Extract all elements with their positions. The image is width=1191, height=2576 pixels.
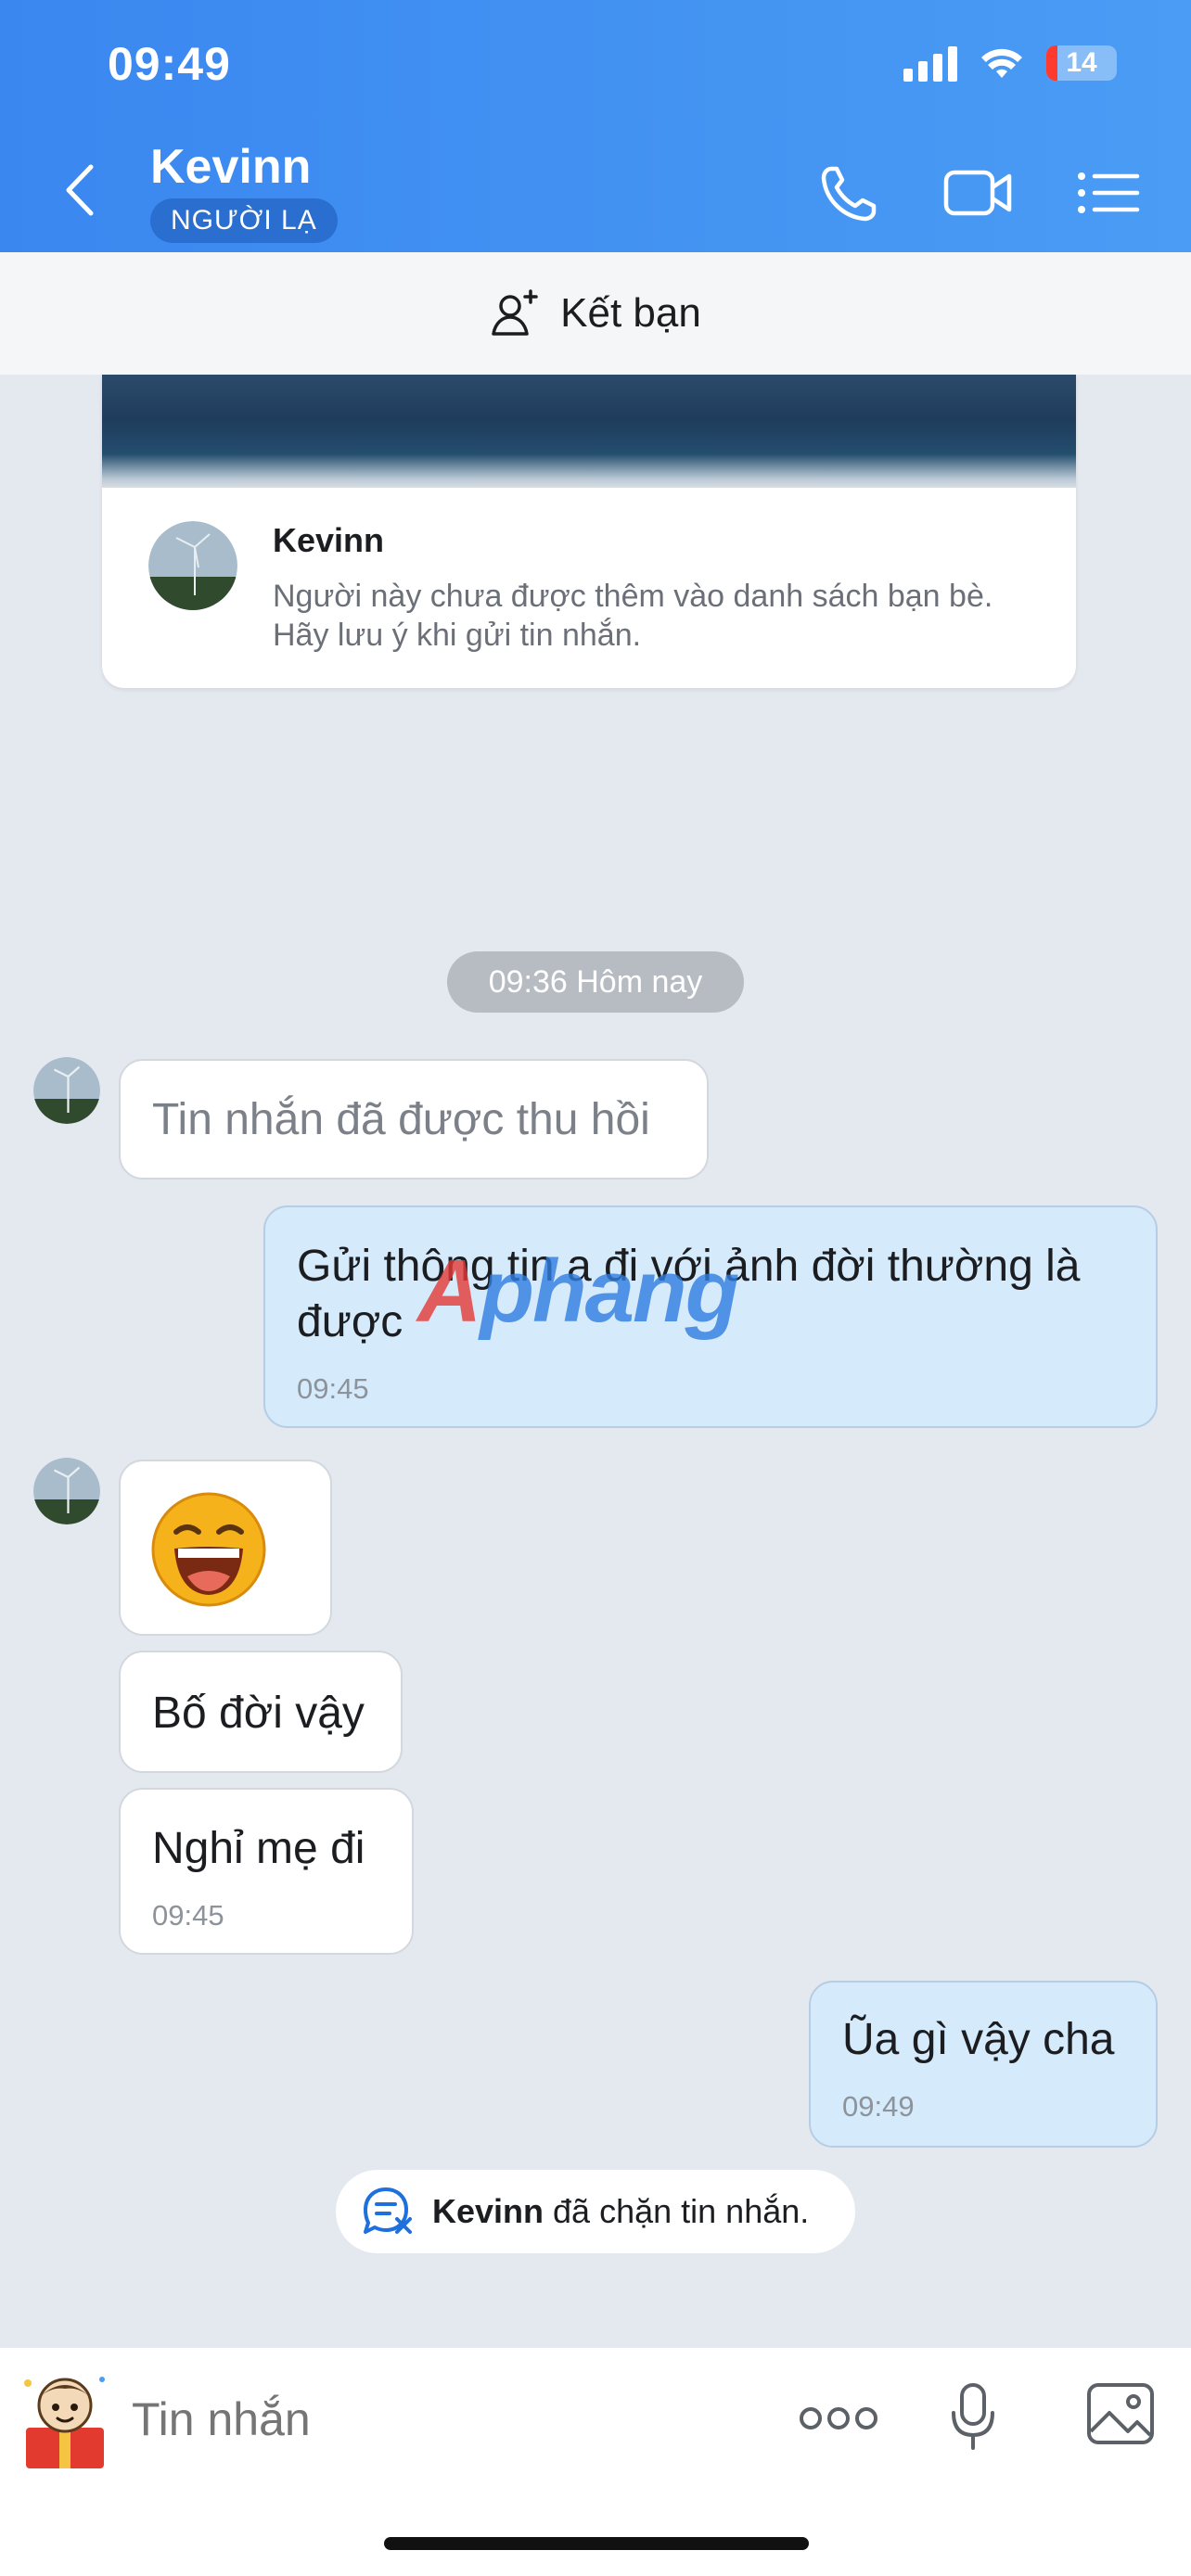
message-blocked-icon (364, 2187, 412, 2234)
laughing-emoji-icon (151, 1492, 266, 1607)
avatar (148, 521, 237, 610)
composer-bar (0, 2348, 1191, 2576)
add-friend-button[interactable]: Kết bạn (0, 252, 1191, 375)
message-time: 09:49 (842, 2090, 915, 2123)
stranger-badge: NGƯỜI LẠ (150, 198, 338, 243)
avatar[interactable] (33, 1458, 100, 1524)
add-user-icon (492, 289, 538, 336)
sticker-icon[interactable] (17, 2368, 113, 2472)
message-bubble[interactable]: Ũa gì vậy cha 09:49 (809, 1981, 1158, 2148)
video-call-icon[interactable] (941, 158, 1015, 228)
microphone-icon[interactable] (950, 2381, 996, 2452)
profile-cover-image (102, 375, 1076, 488)
status-icons: 14 (903, 45, 1117, 82)
chat-header: 09:49 14 Kevinn NGƯỜI LẠ (0, 0, 1191, 252)
message-input[interactable] (132, 2392, 688, 2446)
profile-card-name: Kevinn (273, 521, 385, 559)
image-gallery-icon[interactable] (1085, 2381, 1156, 2446)
status-time: 09:49 (108, 38, 231, 90)
message-time: 09:45 (297, 1372, 369, 1405)
phone-icon[interactable] (813, 158, 887, 228)
avatar[interactable] (33, 1057, 100, 1124)
message-bubble[interactable]: Nghỉ mẹ đi 09:45 (119, 1788, 414, 1955)
back-icon[interactable] (56, 158, 102, 223)
profile-card[interactable]: Kevinn Người này chưa được thêm vào danh… (102, 375, 1076, 688)
date-separator: 09:36 Hôm nay (447, 951, 744, 1013)
menu-icon[interactable] (1072, 158, 1146, 228)
signal-icon (903, 45, 957, 82)
sticker-message[interactable] (119, 1460, 332, 1636)
message-text: Tin nhắn đã được thu hồi (152, 1095, 650, 1144)
more-options-icon[interactable] (798, 2400, 879, 2437)
message-bubble[interactable]: Bố đời vậy (119, 1651, 403, 1773)
message-text: Bố đời vậy (152, 1689, 365, 1738)
profile-card-description: Người này chưa được thêm vào danh sách b… (273, 579, 993, 653)
message-text: Ũa gì vậy cha (842, 2015, 1115, 2064)
add-friend-label: Kết bạn (560, 290, 701, 336)
blocked-notice: Kevinn đã chặn tin nhắn. (336, 2170, 855, 2253)
wifi-icon (981, 48, 1022, 78)
message-time: 09:45 (152, 1899, 224, 1932)
watermark-logo: Aphang (417, 1242, 739, 1341)
blocked-notice-text: Kevinn đã chặn tin nhắn. (432, 2192, 810, 2230)
home-indicator (384, 2537, 809, 2550)
message-text: Nghỉ mẹ đi (152, 1824, 365, 1873)
contact-name[interactable]: Kevinn (150, 139, 311, 195)
battery-icon: 14 (1046, 45, 1117, 81)
message-bubble[interactable]: Tin nhắn đã được thu hồi (119, 1059, 709, 1180)
